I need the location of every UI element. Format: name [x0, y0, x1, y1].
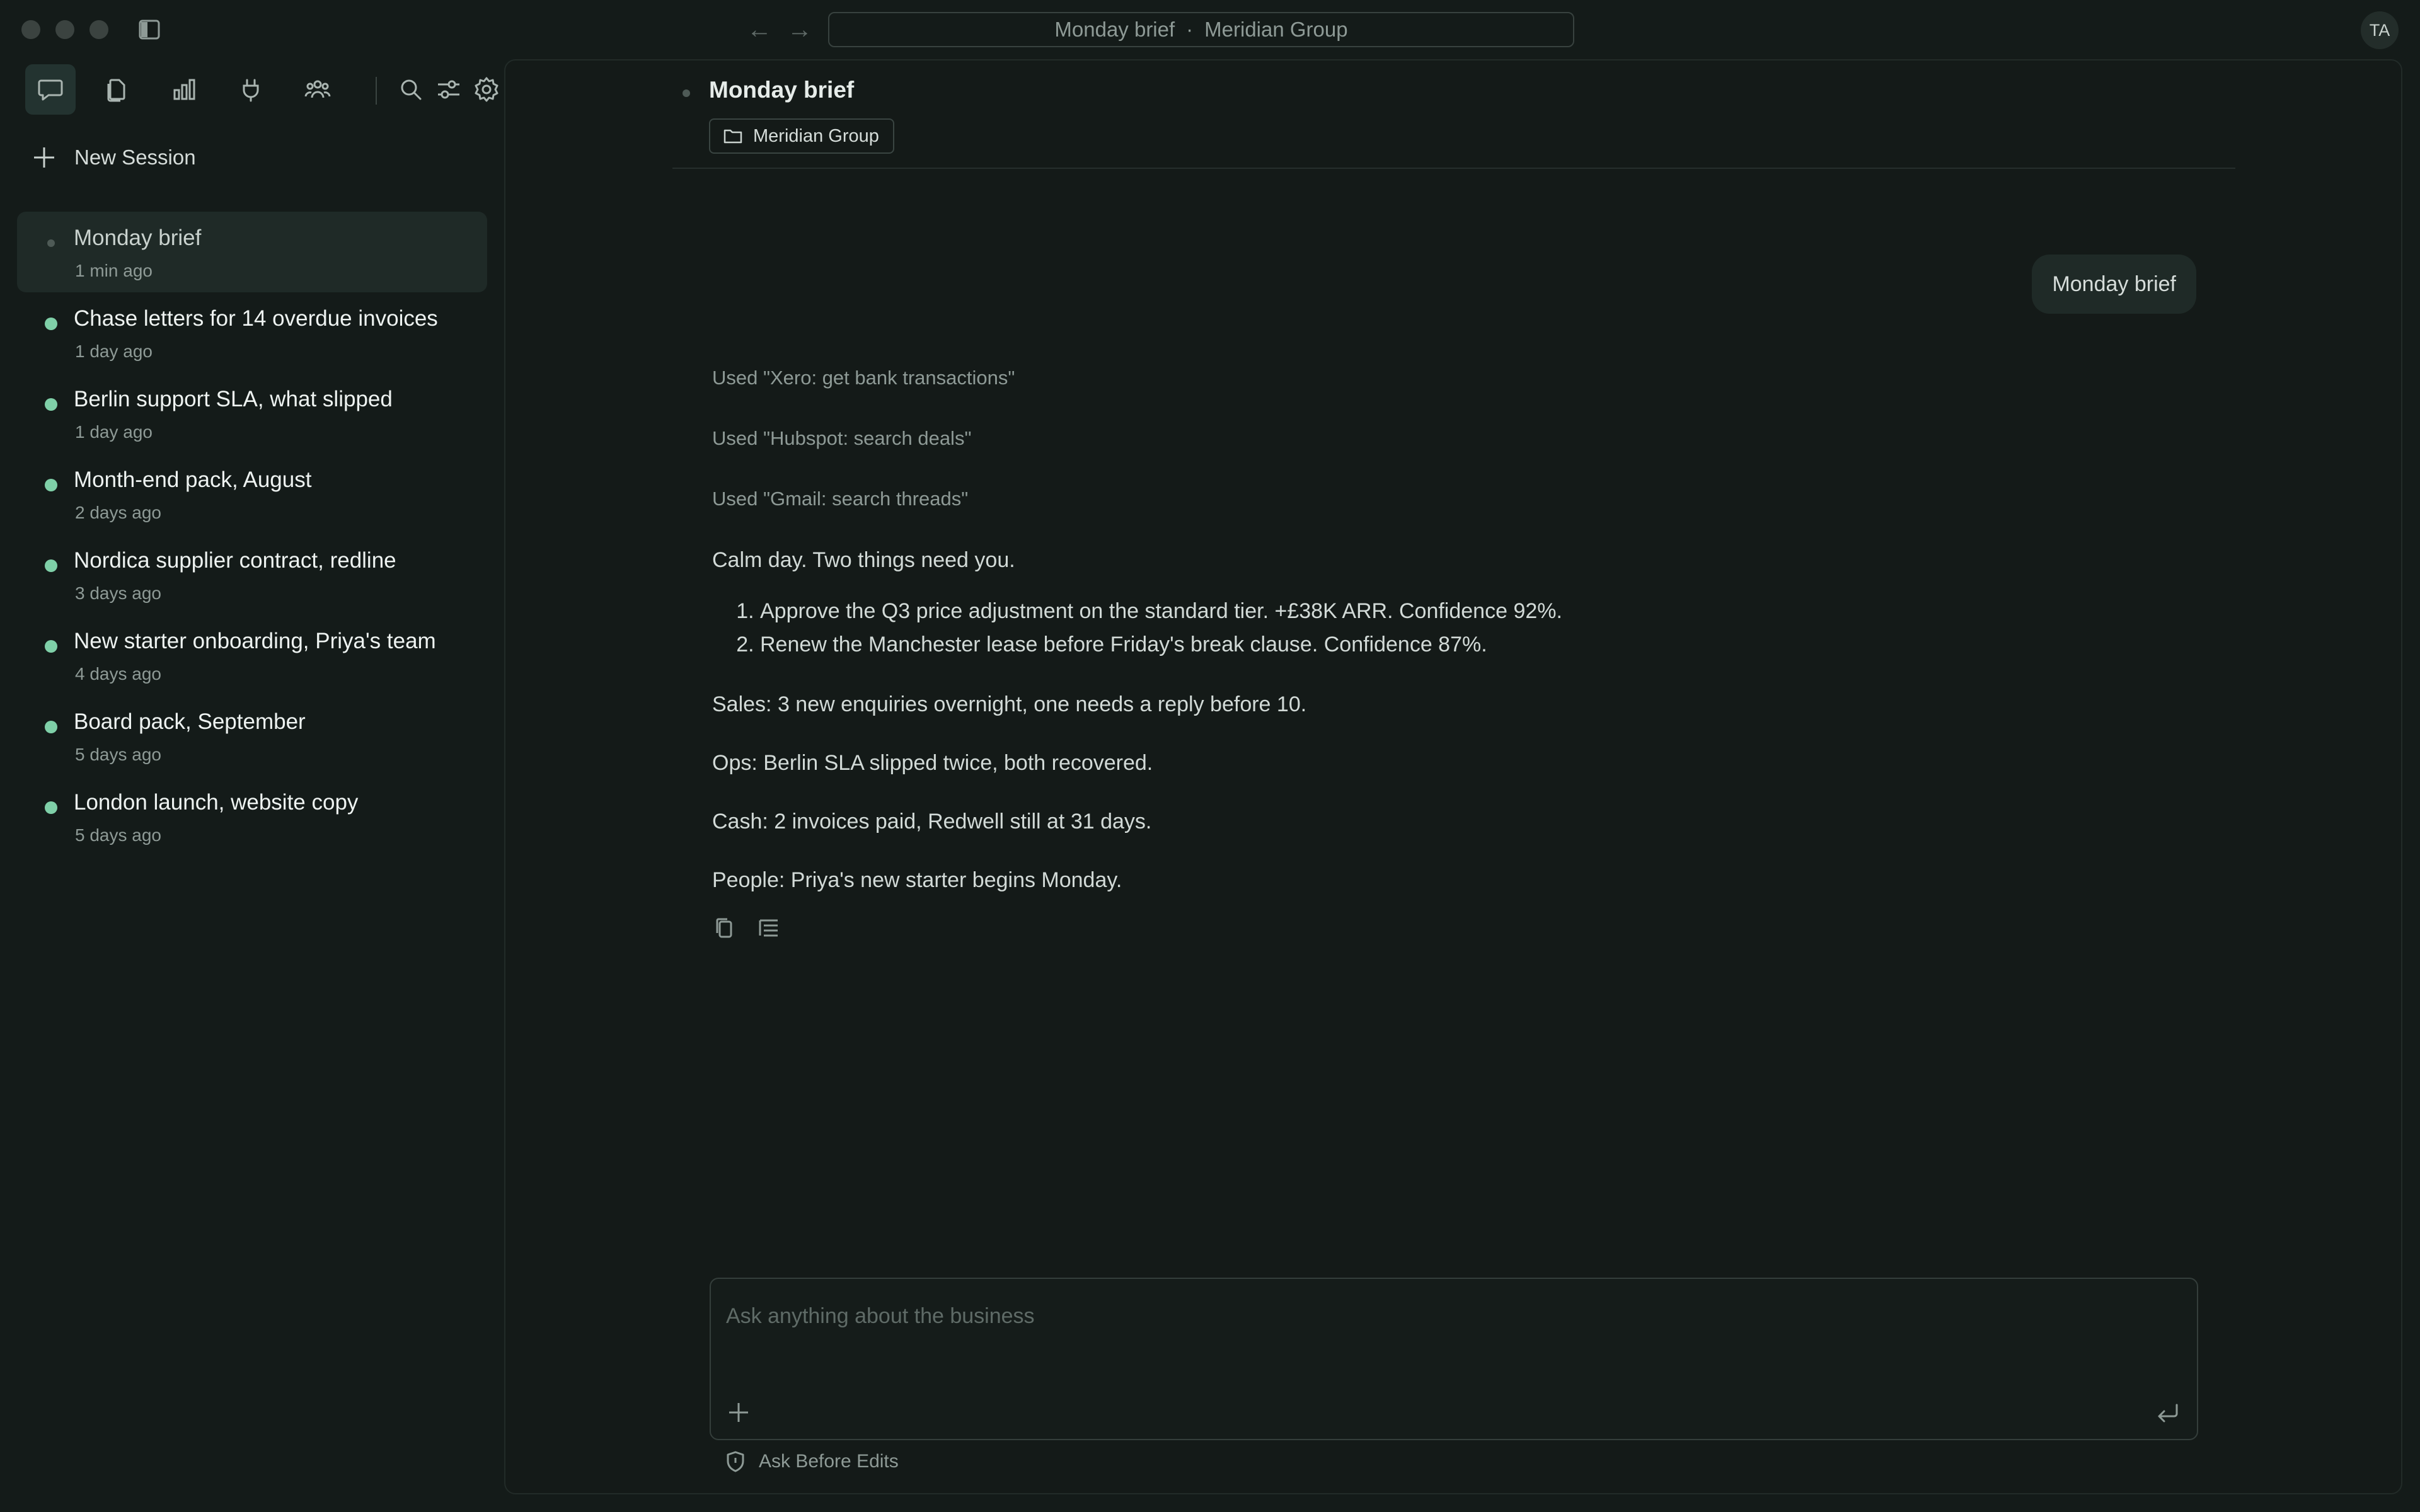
- session-item[interactable]: London launch, website copy 5 days ago: [17, 776, 487, 857]
- session-time: 1 min ago: [75, 261, 153, 280]
- tab-chat[interactable]: [25, 64, 76, 115]
- session-time: 4 days ago: [75, 664, 161, 684]
- session-status-dot: [45, 479, 57, 491]
- sidebar-toggle-icon[interactable]: [139, 19, 160, 40]
- session-title: New starter onboarding, Priya's team: [74, 629, 436, 653]
- permission-mode-label: Ask Before Edits: [759, 1451, 899, 1472]
- session-time: 1 day ago: [75, 422, 153, 442]
- session-status-dot: [45, 721, 57, 733]
- chart-icon: [173, 79, 195, 100]
- search-button[interactable]: [392, 64, 430, 115]
- tool-call[interactable]: Used "Xero: get bank transactions": [712, 367, 2099, 427]
- session-title: London launch, website copy: [74, 790, 359, 815]
- folder-label: Meridian Group: [753, 125, 879, 146]
- address-title: Monday brief: [1054, 18, 1175, 41]
- forward-button[interactable]: →: [785, 16, 814, 43]
- composer-input[interactable]: Ask anything about the business: [726, 1304, 1035, 1329]
- session-item[interactable]: New starter onboarding, Priya's team 4 d…: [17, 615, 487, 696]
- tool-call[interactable]: Used "Hubspot: search deals": [712, 427, 2099, 488]
- back-button[interactable]: ←: [745, 16, 774, 43]
- summary-line: Sales: 3 new enquiries overnight, one ne…: [712, 692, 1307, 716]
- sidebar: New Session Monday brief 1 min ago Chase…: [0, 59, 504, 1512]
- session-list: Monday brief 1 min ago Chase letters for…: [17, 212, 487, 857]
- session-title: Board pack, September: [74, 709, 306, 734]
- conversation-header: Monday brief Meridian Group: [672, 60, 2235, 169]
- shield-icon: [727, 1451, 744, 1472]
- tab-documents[interactable]: [92, 64, 142, 115]
- user-message: Monday brief: [2032, 255, 2196, 314]
- page-title: Monday brief: [709, 77, 855, 103]
- action-items: Approve the Q3 price adjustment on the s…: [712, 599, 2099, 666]
- gear-icon: [475, 77, 498, 102]
- permission-mode-button[interactable]: Ask Before Edits: [725, 1450, 899, 1473]
- search-icon: [401, 79, 422, 100]
- team-icon: [304, 80, 331, 98]
- session-status-dot: [45, 318, 57, 330]
- message-composer[interactable]: Ask anything about the business: [710, 1278, 2198, 1440]
- session-item[interactable]: Berlin support SLA, what slipped 1 day a…: [17, 373, 487, 454]
- address-separator: ·: [1186, 18, 1194, 41]
- new-session-button[interactable]: New Session: [32, 145, 196, 170]
- settings-button[interactable]: [468, 64, 505, 115]
- session-title: Berlin support SLA, what slipped: [74, 387, 393, 411]
- tab-integrations[interactable]: [226, 64, 276, 115]
- session-status-dot: [45, 801, 57, 814]
- session-item[interactable]: Chase letters for 14 overdue invoices 1 …: [17, 292, 487, 373]
- session-status-dot: [47, 239, 55, 247]
- window-minimize-button[interactable]: [55, 20, 74, 39]
- enter-icon[interactable]: [2154, 1400, 2182, 1425]
- summary-line: People: Priya's new starter begins Monda…: [712, 868, 1122, 892]
- session-status-dot: [45, 559, 57, 572]
- session-time: 1 day ago: [75, 341, 153, 361]
- session-status-dot: [45, 640, 57, 653]
- documents-icon: [107, 79, 125, 102]
- assistant-reply: Used "Xero: get bank transactions" Used …: [712, 367, 2099, 941]
- copy-icon[interactable]: [712, 915, 737, 941]
- conversation-panel: Monday brief Meridian Group Monday brief…: [504, 59, 2402, 1494]
- window-close-button[interactable]: [21, 20, 40, 39]
- session-title: Chase letters for 14 overdue invoices: [74, 306, 438, 331]
- reply-intro: Calm day. Two things need you.: [712, 548, 1015, 572]
- action-item: Approve the Q3 price adjustment on the s…: [760, 599, 2099, 633]
- plus-icon[interactable]: [726, 1400, 751, 1425]
- new-session-label: New Session: [74, 146, 196, 169]
- folder-icon: [723, 129, 742, 144]
- session-title: Nordica supplier contract, redline: [74, 548, 396, 573]
- tab-analytics[interactable]: [159, 64, 209, 115]
- toolbar-divider: [376, 77, 377, 105]
- plus-icon: [34, 147, 54, 168]
- reply-actions: [712, 915, 2099, 941]
- address-bar[interactable]: Monday brief · Meridian Group: [828, 12, 1574, 47]
- session-title: Monday brief: [74, 226, 202, 250]
- address-workspace: Meridian Group: [1204, 18, 1348, 41]
- avatar[interactable]: TA: [2361, 11, 2399, 49]
- session-status-dot: [45, 398, 57, 411]
- chat-icon: [38, 79, 63, 101]
- summary-line: Ops: Berlin SLA slipped twice, both reco…: [712, 751, 1153, 775]
- session-time: 3 days ago: [75, 583, 161, 603]
- tool-call[interactable]: Used "Gmail: search threads": [712, 488, 2099, 548]
- sidebar-toolbar: [25, 64, 498, 117]
- action-item: Renew the Manchester lease before Friday…: [760, 633, 2099, 666]
- session-item[interactable]: Nordica supplier contract, redline 3 day…: [17, 534, 487, 615]
- outline-icon[interactable]: [756, 915, 781, 941]
- sliders-icon: [438, 80, 459, 99]
- summary-line: Cash: 2 invoices paid, Redwell still at …: [712, 810, 1152, 833]
- plug-icon: [243, 79, 259, 102]
- session-title: Month-end pack, August: [74, 467, 312, 492]
- conversation-status-dot: [683, 89, 690, 97]
- session-time: 5 days ago: [75, 825, 161, 845]
- session-item[interactable]: Month-end pack, August 2 days ago: [17, 454, 487, 534]
- title-bar: ← → Monday brief · Meridian Group TA: [0, 0, 2420, 59]
- tab-team[interactable]: [292, 64, 343, 115]
- session-time: 2 days ago: [75, 503, 161, 522]
- window-zoom-button[interactable]: [89, 20, 108, 39]
- folder-chip[interactable]: Meridian Group: [709, 118, 894, 154]
- filter-button[interactable]: [430, 64, 468, 115]
- session-time: 5 days ago: [75, 745, 161, 764]
- session-item[interactable]: Board pack, September 5 days ago: [17, 696, 487, 776]
- session-item[interactable]: Monday brief 1 min ago: [17, 212, 487, 292]
